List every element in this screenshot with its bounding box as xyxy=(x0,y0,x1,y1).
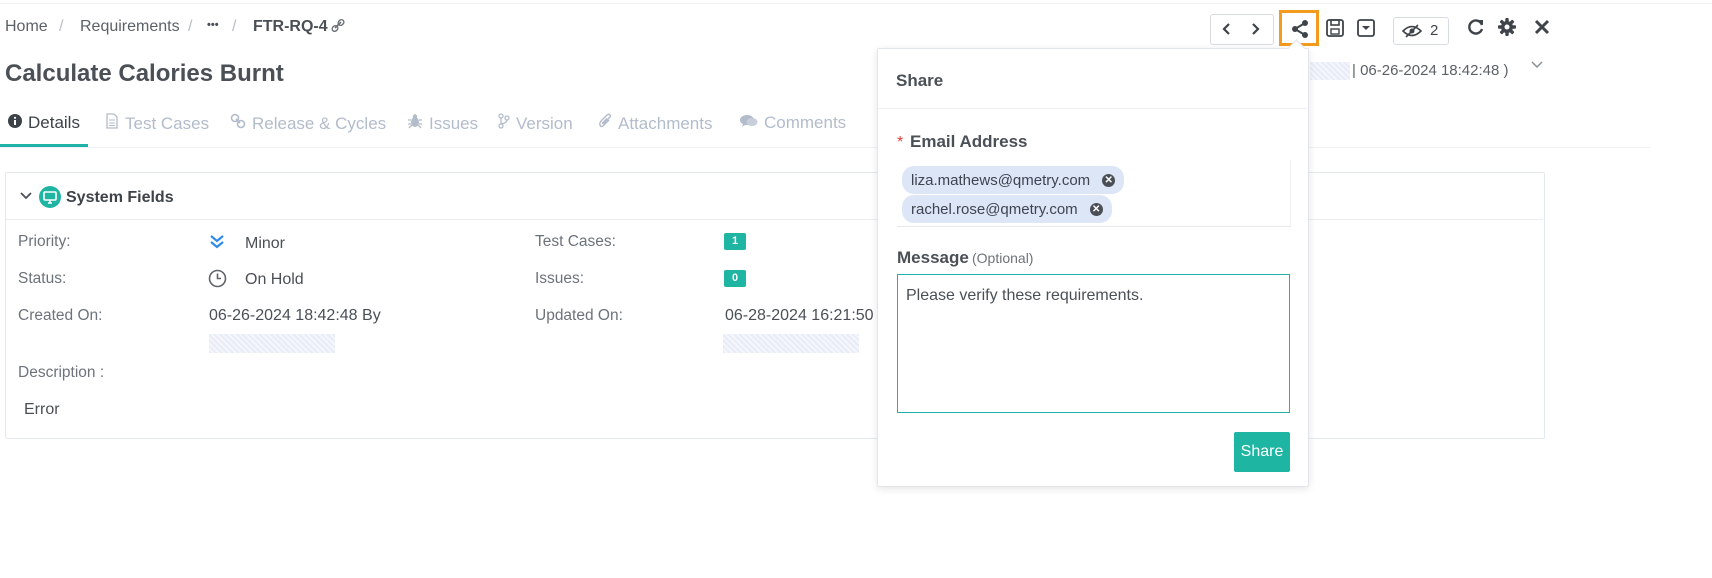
gear-icon[interactable] xyxy=(1497,17,1517,42)
message-optional-hint: (Optional) xyxy=(972,250,1034,266)
description-value: Error xyxy=(24,401,60,418)
page-title: Calculate Calories Burnt xyxy=(5,60,284,87)
breadcrumb-separator: / xyxy=(232,18,237,35)
tab-test-cases[interactable]: Test Cases xyxy=(105,113,209,134)
record-navigation xyxy=(1210,14,1274,45)
panel-title: System Fields xyxy=(66,189,174,206)
refresh-icon[interactable] xyxy=(1466,17,1486,42)
breadcrumb-home[interactable]: Home xyxy=(5,18,48,36)
breadcrumb-separator: / xyxy=(188,18,193,35)
breadcrumb-current: FTR-RQ-4 xyxy=(253,18,328,35)
email-chip-label: rachel.rose@qmetry.com xyxy=(911,200,1078,218)
status-value: On Hold xyxy=(245,271,304,288)
share-button[interactable] xyxy=(1279,10,1319,46)
tab-version[interactable]: Version xyxy=(498,113,573,134)
tab-issues[interactable]: Issues xyxy=(407,113,478,134)
watch-count: 2 xyxy=(1430,22,1439,39)
email-chip-label: liza.mathews@qmetry.com xyxy=(911,171,1091,189)
clock-icon xyxy=(208,269,227,293)
link-icon[interactable] xyxy=(331,18,345,39)
link-icon xyxy=(230,113,246,134)
remove-chip-icon[interactable]: ✕ xyxy=(1089,202,1103,216)
share-popup-title: Share xyxy=(896,71,944,90)
chevron-left-icon[interactable] xyxy=(1221,22,1233,41)
info-icon xyxy=(8,113,22,133)
paperclip-icon xyxy=(598,113,612,134)
bug-icon xyxy=(407,113,423,134)
issues-count-badge[interactable]: 0 xyxy=(724,270,746,287)
system-fields-panel xyxy=(5,172,1545,439)
email-chip: liza.mathews@qmetry.com ✕ xyxy=(902,166,1125,194)
priority-label: Priority: xyxy=(18,233,71,250)
blurred-updater xyxy=(723,334,859,353)
blurred-user xyxy=(1310,62,1350,80)
blurred-creator xyxy=(209,334,335,353)
remove-chip-icon[interactable]: ✕ xyxy=(1102,173,1116,187)
created-on-value: 06-26-2024 18:42:48 By xyxy=(209,307,381,324)
dropdown-menu-icon[interactable] xyxy=(1356,18,1376,43)
updated-on-value: 06-28-2024 16:21:50 xyxy=(725,307,874,324)
test-cases-label: Test Cases: xyxy=(535,233,616,250)
description-label: Description : xyxy=(18,364,105,381)
created-on-label: Created On: xyxy=(18,307,103,324)
close-icon[interactable] xyxy=(1534,19,1550,40)
save-icon[interactable] xyxy=(1325,18,1345,43)
issues-label: Issues: xyxy=(535,270,585,287)
message-textarea[interactable]: Please verify these requirements. xyxy=(897,274,1290,413)
watch-button[interactable]: 2 xyxy=(1393,17,1449,45)
tab-release-cycles[interactable]: Release & Cycles xyxy=(230,113,386,134)
top-border xyxy=(0,3,1712,4)
chevron-down-icon[interactable] xyxy=(1530,58,1544,77)
share-submit-button[interactable]: Share xyxy=(1234,432,1290,472)
priority-value: Minor xyxy=(245,235,286,252)
required-marker: * xyxy=(897,134,904,151)
branch-icon xyxy=(498,113,510,134)
created-meta: | 06-26-2024 18:42:48 ) xyxy=(1352,62,1509,79)
double-chevron-down-icon xyxy=(209,234,225,255)
tab-comments[interactable]: Comments xyxy=(740,113,846,133)
email-chip: rachel.rose@qmetry.com ✕ xyxy=(902,195,1112,223)
email-address-label: Email Address xyxy=(910,132,1028,151)
breadcrumb-more[interactable]: ••• xyxy=(207,19,219,31)
monitor-icon xyxy=(39,186,61,213)
tabs-divider xyxy=(0,147,1650,148)
panel-header-divider xyxy=(6,219,1543,220)
status-label: Status: xyxy=(18,270,67,287)
breadcrumb-separator: / xyxy=(59,18,64,35)
document-icon xyxy=(105,113,119,134)
collapse-chevron-icon[interactable] xyxy=(19,189,33,208)
popup-header-divider xyxy=(878,108,1307,109)
eye-slash-icon xyxy=(1401,24,1423,43)
test-cases-count-badge[interactable]: 1 xyxy=(724,233,746,250)
updated-on-label: Updated On: xyxy=(535,307,623,324)
comments-icon xyxy=(740,113,758,133)
message-label: Message xyxy=(897,248,969,267)
share-icon xyxy=(1290,19,1310,44)
tab-details[interactable]: Details xyxy=(8,113,80,133)
tab-attachments[interactable]: Attachments xyxy=(598,113,713,134)
chevron-right-icon[interactable] xyxy=(1249,22,1261,41)
breadcrumb-requirements[interactable]: Requirements xyxy=(80,18,180,36)
